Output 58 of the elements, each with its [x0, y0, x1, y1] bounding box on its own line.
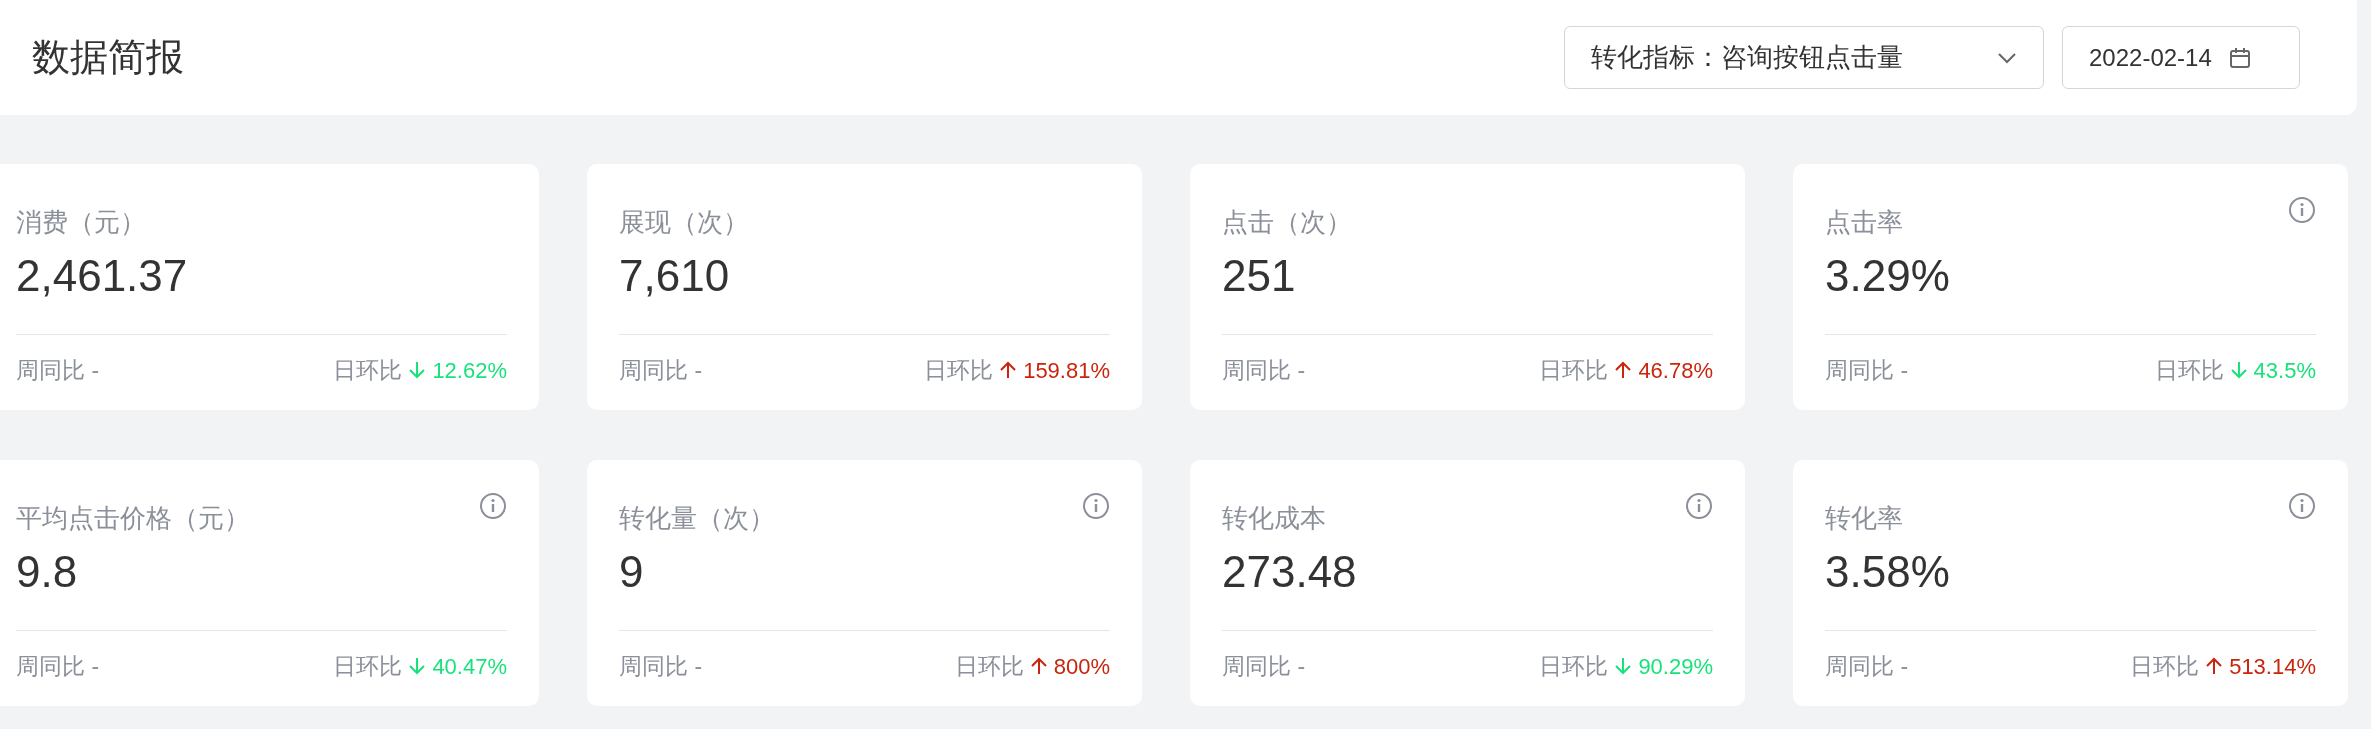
day-comparison-label: 日环比 [1539, 356, 1609, 385]
change-value: 90.29% [1638, 652, 1713, 681]
metric-select[interactable]: 转化指标：咨询按钮点击量 [1564, 26, 2044, 89]
info-icon[interactable] [2288, 196, 2316, 224]
week-comparison: 周同比 - [16, 652, 100, 681]
info-icon[interactable] [479, 492, 507, 520]
stat-label: 展现（次） [619, 206, 749, 239]
arrow-up-icon [2205, 656, 2224, 677]
info-icon[interactable] [2288, 492, 2316, 520]
week-comparison: 周同比 - [619, 356, 703, 385]
day-comparison-label: 日环比 [1539, 652, 1609, 681]
arrow-up-icon [999, 360, 1018, 381]
day-comparison-label: 日环比 [924, 356, 994, 385]
arrow-up-icon [1029, 656, 1048, 677]
day-comparison-label: 日环比 [2154, 356, 2224, 385]
stat-label: 点击（次） [1222, 206, 1352, 239]
calendar-icon [2227, 45, 2252, 70]
week-comparison: 周同比 - [619, 652, 703, 681]
day-comparison-label: 日环比 [2130, 652, 2200, 681]
stat-value: 2,461.37 [16, 250, 188, 302]
change-value: 43.5% [2253, 356, 2316, 385]
arrow-down-icon [408, 656, 427, 677]
arrow-down-icon [408, 360, 427, 381]
chevron-down-icon [1997, 51, 2017, 64]
change-value: 46.78% [1638, 356, 1713, 385]
week-comparison: 周同比 - [1825, 356, 1909, 385]
arrow-down-icon [2229, 360, 2248, 381]
stat-label: 消费（元） [16, 206, 146, 239]
stat-label: 转化成本 [1222, 502, 1326, 535]
stat-label: 转化率 [1825, 502, 1903, 535]
stat-label: 平均点击价格（元） [16, 502, 250, 535]
change-value: 12.62% [432, 356, 507, 385]
arrow-down-icon [1614, 656, 1633, 677]
stat-value: 251 [1222, 250, 1296, 302]
day-comparison-label: 日环比 [333, 652, 403, 681]
stat-label: 转化量（次） [619, 502, 775, 535]
arrow-up-icon [1614, 360, 1633, 381]
change-value: 159.81% [1023, 356, 1110, 385]
day-comparison-label: 日环比 [333, 356, 403, 385]
date-field[interactable]: 2022-02-14 [2062, 26, 2300, 89]
week-comparison: 周同比 - [1825, 652, 1909, 681]
stat-value: 9.8 [16, 546, 78, 598]
info-icon[interactable] [1685, 492, 1713, 520]
stat-value: 3.29% [1825, 250, 1950, 302]
change-value: 800% [1053, 652, 1110, 681]
day-comparison-label: 日环比 [954, 652, 1024, 681]
stat-value: 9 [619, 546, 644, 598]
week-comparison: 周同比 - [16, 356, 100, 385]
page-title: 数据简报 [32, 35, 184, 80]
change-value: 40.47% [432, 652, 507, 681]
stat-value: 273.48 [1222, 546, 1357, 598]
stat-label: 点击率 [1825, 206, 1903, 239]
change-value: 513.14% [2229, 652, 2316, 681]
stat-value: 7,610 [619, 250, 730, 302]
week-comparison: 周同比 - [1222, 356, 1306, 385]
info-icon[interactable] [1082, 492, 1110, 520]
stat-value: 3.58% [1825, 546, 1950, 598]
week-comparison: 周同比 - [1222, 652, 1306, 681]
